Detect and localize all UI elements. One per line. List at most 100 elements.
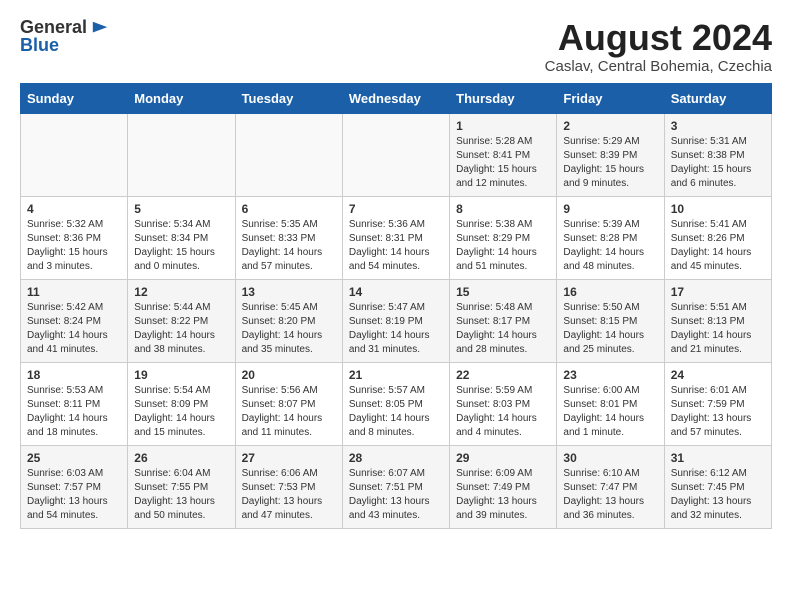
day-info: Sunrise: 5:56 AM Sunset: 8:07 PM Dayligh… — [242, 384, 336, 440]
day-number: 13 — [242, 285, 336, 299]
calendar-cell: 7 Sunrise: 5:36 AM Sunset: 8:31 PM Daylig… — [342, 196, 449, 279]
day-info: Sunrise: 5:59 AM Sunset: 8:03 PM Dayligh… — [456, 384, 550, 440]
header-thursday: Thursday — [450, 83, 557, 113]
day-info: Sunrise: 6:06 AM Sunset: 7:53 PM Dayligh… — [242, 467, 336, 523]
day-number: 2 — [563, 119, 657, 133]
day-number: 11 — [27, 285, 121, 299]
week-row-4: 18Sunrise: 5:53 AM Sunset: 8:11 PM Dayli… — [21, 362, 772, 445]
calendar-cell: 5 Sunrise: 5:34 AM Sunset: 8:34 PM Daylig… — [128, 196, 235, 279]
day-info: Sunrise: 5:39 AM Sunset: 8:28 PM Dayligh… — [563, 218, 657, 274]
calendar-cell — [342, 113, 449, 196]
calendar-cell: 18Sunrise: 5:53 AM Sunset: 8:11 PM Dayli… — [21, 362, 128, 445]
week-row-3: 11Sunrise: 5:42 AM Sunset: 8:24 PM Dayli… — [21, 279, 772, 362]
calendar-cell: 11Sunrise: 5:42 AM Sunset: 8:24 PM Dayli… — [21, 279, 128, 362]
day-number: 4 — [27, 202, 121, 216]
calendar-cell: 9 Sunrise: 5:39 AM Sunset: 8:28 PM Daylig… — [557, 196, 664, 279]
day-info: Sunrise: 5:35 AM Sunset: 8:33 PM Dayligh… — [242, 218, 336, 274]
calendar-cell: 13 Sunrise: 5:45 AM Sunset: 8:20 PM Dayli… — [235, 279, 342, 362]
header-friday: Friday — [557, 83, 664, 113]
calendar-cell: 31Sunrise: 6:12 AM Sunset: 7:45 PM Dayli… — [664, 445, 771, 528]
day-number: 18 — [27, 368, 121, 382]
day-info: Sunrise: 6:00 AM Sunset: 8:01 PM Dayligh… — [563, 384, 657, 440]
day-number: 5 — [134, 202, 228, 216]
calendar-cell: 28 Sunrise: 6:07 AM Sunset: 7:51 PM Dayli… — [342, 445, 449, 528]
calendar-cell: 1 Sunrise: 5:28 AM Sunset: 8:41 PM Daylig… — [450, 113, 557, 196]
day-info: Sunrise: 6:10 AM Sunset: 7:47 PM Dayligh… — [563, 467, 657, 523]
calendar-cell: 21Sunrise: 5:57 AM Sunset: 8:05 PM Dayli… — [342, 362, 449, 445]
day-number: 17 — [671, 285, 765, 299]
calendar-cell: 8 Sunrise: 5:38 AM Sunset: 8:29 PM Daylig… — [450, 196, 557, 279]
logo: General Blue — [20, 18, 109, 56]
calendar-container: SundayMondayTuesdayWednesdayThursdayFrid… — [0, 83, 792, 539]
calendar-cell: 10 Sunrise: 5:41 AM Sunset: 8:26 PM Dayli… — [664, 196, 771, 279]
calendar-cell: 23 Sunrise: 6:00 AM Sunset: 8:01 PM Dayli… — [557, 362, 664, 445]
day-number: 1 — [456, 119, 550, 133]
day-info: Sunrise: 6:03 AM Sunset: 7:57 PM Dayligh… — [27, 467, 121, 523]
calendar-cell — [128, 113, 235, 196]
day-number: 31 — [671, 451, 765, 465]
calendar-cell: 26Sunrise: 6:04 AM Sunset: 7:55 PM Dayli… — [128, 445, 235, 528]
logo-blue: Blue — [20, 35, 59, 55]
day-number: 6 — [242, 202, 336, 216]
day-number: 9 — [563, 202, 657, 216]
day-info: Sunrise: 5:47 AM Sunset: 8:19 PM Dayligh… — [349, 301, 443, 357]
calendar-cell: 14 Sunrise: 5:47 AM Sunset: 8:19 PM Dayli… — [342, 279, 449, 362]
header-tuesday: Tuesday — [235, 83, 342, 113]
day-info: Sunrise: 5:45 AM Sunset: 8:20 PM Dayligh… — [242, 301, 336, 357]
calendar-cell: 6 Sunrise: 5:35 AM Sunset: 8:33 PM Daylig… — [235, 196, 342, 279]
header-monday: Monday — [128, 83, 235, 113]
header-saturday: Saturday — [664, 83, 771, 113]
day-number: 12 — [134, 285, 228, 299]
calendar-table: SundayMondayTuesdayWednesdayThursdayFrid… — [20, 83, 772, 529]
calendar-cell: 12 Sunrise: 5:44 AM Sunset: 8:22 PM Dayli… — [128, 279, 235, 362]
day-info: Sunrise: 5:38 AM Sunset: 8:29 PM Dayligh… — [456, 218, 550, 274]
title-block: August 2024 Caslav, Central Bohemia, Cze… — [545, 18, 772, 75]
day-number: 28 — [349, 451, 443, 465]
day-number: 8 — [456, 202, 550, 216]
calendar-header-row: SundayMondayTuesdayWednesdayThursdayFrid… — [21, 83, 772, 113]
day-number: 3 — [671, 119, 765, 133]
calendar-cell — [21, 113, 128, 196]
day-info: Sunrise: 5:48 AM Sunset: 8:17 PM Dayligh… — [456, 301, 550, 357]
day-info: Sunrise: 5:29 AM Sunset: 8:39 PM Dayligh… — [563, 135, 657, 191]
day-number: 29 — [456, 451, 550, 465]
calendar-cell: 20 Sunrise: 5:56 AM Sunset: 8:07 PM Dayli… — [235, 362, 342, 445]
day-info: Sunrise: 5:28 AM Sunset: 8:41 PM Dayligh… — [456, 135, 550, 191]
calendar-cell: 24Sunrise: 6:01 AM Sunset: 7:59 PM Dayli… — [664, 362, 771, 445]
day-info: Sunrise: 5:54 AM Sunset: 8:09 PM Dayligh… — [134, 384, 228, 440]
week-row-2: 4Sunrise: 5:32 AM Sunset: 8:36 PM Daylig… — [21, 196, 772, 279]
day-number: 24 — [671, 368, 765, 382]
calendar-cell: 17 Sunrise: 5:51 AM Sunset: 8:13 PM Dayli… — [664, 279, 771, 362]
day-info: Sunrise: 5:51 AM Sunset: 8:13 PM Dayligh… — [671, 301, 765, 357]
day-number: 15 — [456, 285, 550, 299]
day-info: Sunrise: 5:34 AM Sunset: 8:34 PM Dayligh… — [134, 218, 228, 274]
day-number: 16 — [563, 285, 657, 299]
day-number: 19 — [134, 368, 228, 382]
day-number: 7 — [349, 202, 443, 216]
calendar-cell: 22 Sunrise: 5:59 AM Sunset: 8:03 PM Dayli… — [450, 362, 557, 445]
day-number: 27 — [242, 451, 336, 465]
day-info: Sunrise: 5:50 AM Sunset: 8:15 PM Dayligh… — [563, 301, 657, 357]
day-number: 14 — [349, 285, 443, 299]
day-info: Sunrise: 5:44 AM Sunset: 8:22 PM Dayligh… — [134, 301, 228, 357]
day-info: Sunrise: 5:57 AM Sunset: 8:05 PM Dayligh… — [349, 384, 443, 440]
logo-flag-icon — [91, 19, 109, 37]
day-info: Sunrise: 6:07 AM Sunset: 7:51 PM Dayligh… — [349, 467, 443, 523]
calendar-cell: 29 Sunrise: 6:09 AM Sunset: 7:49 PM Dayli… — [450, 445, 557, 528]
day-info: Sunrise: 5:31 AM Sunset: 8:38 PM Dayligh… — [671, 135, 765, 191]
day-info: Sunrise: 5:36 AM Sunset: 8:31 PM Dayligh… — [349, 218, 443, 274]
calendar-cell: 19 Sunrise: 5:54 AM Sunset: 8:09 PM Dayli… — [128, 362, 235, 445]
day-number: 20 — [242, 368, 336, 382]
calendar-cell: 30Sunrise: 6:10 AM Sunset: 7:47 PM Dayli… — [557, 445, 664, 528]
header-sunday: Sunday — [21, 83, 128, 113]
day-info: Sunrise: 6:09 AM Sunset: 7:49 PM Dayligh… — [456, 467, 550, 523]
day-number: 26 — [134, 451, 228, 465]
header-wednesday: Wednesday — [342, 83, 449, 113]
calendar-cell: 2 Sunrise: 5:29 AM Sunset: 8:39 PM Daylig… — [557, 113, 664, 196]
day-number: 23 — [563, 368, 657, 382]
calendar-cell — [235, 113, 342, 196]
day-info: Sunrise: 5:41 AM Sunset: 8:26 PM Dayligh… — [671, 218, 765, 274]
calendar-cell: 4Sunrise: 5:32 AM Sunset: 8:36 PM Daylig… — [21, 196, 128, 279]
day-number: 10 — [671, 202, 765, 216]
day-number: 22 — [456, 368, 550, 382]
